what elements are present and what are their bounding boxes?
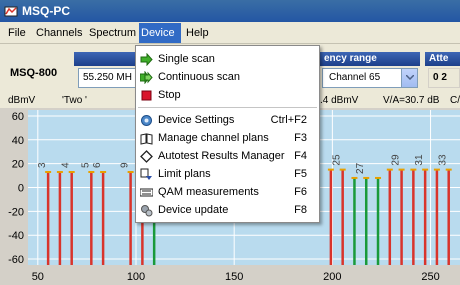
y-tick-label: -60 <box>8 254 24 266</box>
ca-readout: C/ <box>450 95 460 106</box>
settings-gear-icon <box>141 115 152 126</box>
frequency-range-header: ency range <box>320 52 420 66</box>
menu-item-device-update[interactable]: Device update F8 <box>136 201 319 219</box>
channel-number-label: 6 <box>92 162 103 168</box>
y-tick-label: 40 <box>12 135 24 147</box>
trace-label: 'Two ' <box>62 95 87 106</box>
double-green-arrow-icon <box>140 71 153 84</box>
y-tick-label: 20 <box>12 159 24 171</box>
frequency-field[interactable]: 55.250 MH <box>78 68 136 88</box>
gears-icon <box>141 205 153 217</box>
x-tick-label: 150 <box>225 271 243 283</box>
menu-device[interactable]: Device <box>139 23 181 43</box>
menu-item-autotest-results[interactable]: Autotest Results Manager F4 <box>136 147 319 165</box>
menu-file[interactable]: File <box>6 25 28 41</box>
menu-spectrum[interactable]: Spectrum <box>87 25 138 41</box>
window-title: MSQ-PC <box>22 4 70 18</box>
menu-separator <box>138 107 317 108</box>
menu-item-continuous-scan[interactable]: Continuous scan <box>136 68 319 86</box>
chart-unit-label: dBmV <box>8 95 36 106</box>
qam-icon <box>140 188 153 197</box>
channel-number-label: 9 <box>120 162 131 168</box>
app-icon <box>4 6 18 17</box>
channel-number-label: 25 <box>332 154 343 166</box>
frequency-group-header <box>74 52 136 66</box>
y-tick-label: 0 <box>18 183 24 195</box>
menu-item-stop[interactable]: Stop <box>136 86 319 104</box>
va-readout: V/A=30.7 dB <box>383 95 440 106</box>
channel-select-value: Channel 65 <box>329 72 381 83</box>
menu-help[interactable]: Help <box>184 25 211 41</box>
x-tick-label: 100 <box>127 271 145 283</box>
menu-item-manage-channel-plans[interactable]: Manage channel plans F3 <box>136 129 319 147</box>
channel-number-label: 5 <box>80 162 91 168</box>
channel-select[interactable]: Channel 65 <box>322 68 418 88</box>
y-tick-label: -40 <box>8 230 24 242</box>
channel-number-label: 33 <box>438 154 449 166</box>
menu-channels[interactable]: Channels <box>34 25 84 41</box>
channel-number-label: 4 <box>61 162 72 168</box>
channel-number-label: 27 <box>355 162 366 174</box>
red-stop-square-icon <box>141 90 152 101</box>
x-tick-label: 250 <box>421 271 439 283</box>
menu-item-device-settings[interactable]: Device Settings Ctrl+F2 <box>136 111 319 129</box>
level-readout: .4 dBmV <box>320 95 359 106</box>
channel-number-label: 3 <box>37 162 48 168</box>
device-menu: Single scan Continuous scan Stop Device … <box>135 45 320 223</box>
device-name-label: MSQ-800 <box>10 67 58 79</box>
y-tick-label: 60 <box>12 111 24 123</box>
menu-item-qam-measurements[interactable]: QAM measurements F6 <box>136 183 319 201</box>
x-tick-label: 50 <box>32 271 44 283</box>
green-arrow-icon <box>140 53 153 66</box>
menu-item-single-scan[interactable]: Single scan <box>136 50 319 68</box>
channel-number-label: 29 <box>391 154 402 166</box>
attenuation-header: Atte <box>425 52 460 66</box>
book-icon <box>140 133 153 145</box>
chevron-down-icon[interactable] <box>401 69 417 87</box>
attenuation-value[interactable]: 0 2 <box>428 68 460 88</box>
limit-plan-icon <box>140 168 152 180</box>
title-bar: MSQ-PC <box>0 0 460 22</box>
menu-bar: File Channels Spectrum Device Help <box>0 22 460 44</box>
menu-item-limit-plans[interactable]: Limit plans F5 <box>136 165 319 183</box>
y-tick-label: -20 <box>8 206 24 218</box>
channel-number-label: 31 <box>414 154 425 166</box>
diamond-icon <box>140 150 153 163</box>
x-tick-label: 200 <box>323 271 341 283</box>
